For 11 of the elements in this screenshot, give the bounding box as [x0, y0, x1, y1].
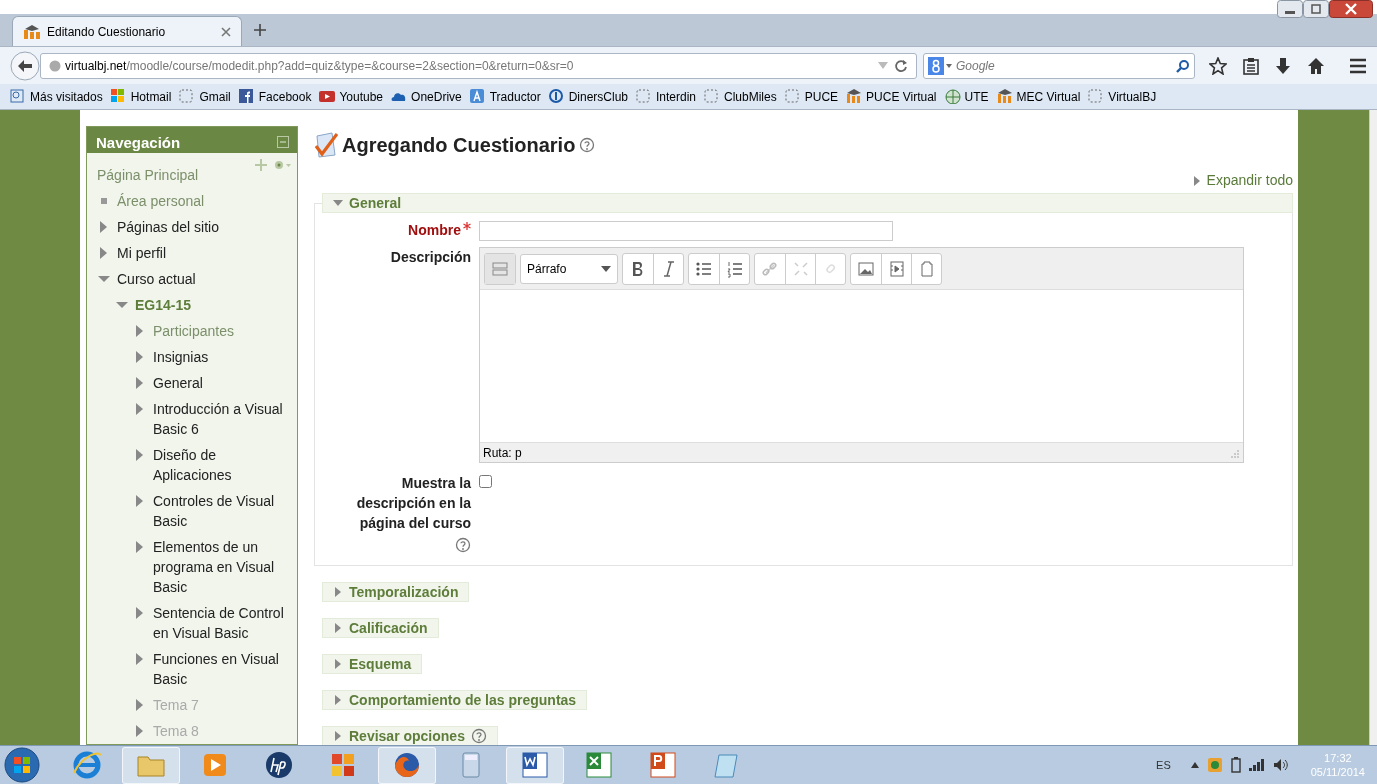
field-label: Nombre — [408, 221, 461, 240]
search-placeholder: Google — [956, 57, 996, 75]
page-heading: Agregando Cuestionario — [342, 133, 576, 158]
editor-path: Ruta: p — [483, 444, 522, 462]
field-label: Descripción — [390, 248, 471, 267]
block-title: Navegación — [96, 133, 181, 153]
url-text: virtualbj.net/moodle/course/modedit.php?add=quiz&type=&course=2&section=0&return=0&sr=0 — [65, 57, 575, 75]
clock-date: 05/11/2014 — [1310, 765, 1365, 779]
field-label: Muestra la descripción en la página del curso — [355, 474, 471, 533]
clock-time: 17:32 — [1324, 751, 1352, 765]
tab-title: Editando Cuestionario — [47, 23, 167, 41]
